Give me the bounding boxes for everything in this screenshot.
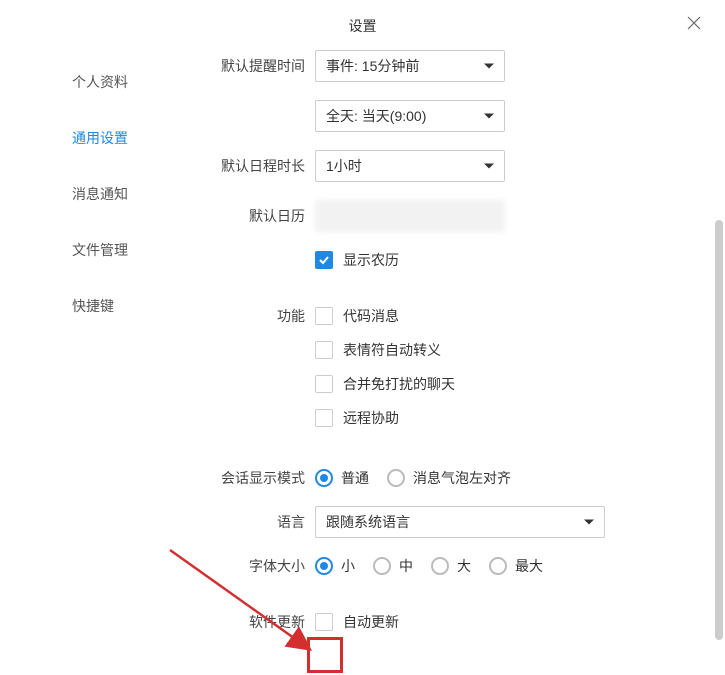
select-duration[interactable]: 1小时	[315, 150, 505, 182]
select-reminder-allday-value: 全天: 当天(9:00)	[326, 106, 426, 126]
radio-display-bubble-left[interactable]	[387, 469, 405, 487]
caret-down-icon	[484, 64, 494, 69]
select-reminder-allday[interactable]: 全天: 当天(9:00)	[315, 100, 505, 132]
close-icon[interactable]	[685, 14, 703, 32]
label-default-reminder: 默认提醒时间	[175, 56, 305, 76]
label-default-calendar: 默认日历	[175, 206, 305, 226]
label-font-xlarge: 最大	[515, 556, 543, 576]
default-calendar-blurred	[315, 200, 505, 232]
label-remote-assist: 远程协助	[343, 408, 399, 428]
select-reminder-event-value: 事件: 15分钟前	[326, 56, 419, 76]
sidebar-item-shortcuts[interactable]: 快捷键	[0, 278, 175, 334]
caret-down-icon	[484, 164, 494, 169]
sidebar-item-notifications[interactable]: 消息通知	[0, 166, 175, 222]
label-show-lunar: 显示农历	[343, 250, 399, 270]
caret-down-icon	[584, 520, 594, 525]
label-language: 语言	[175, 512, 305, 532]
label-default-duration: 默认日程时长	[175, 156, 305, 176]
label-display-normal: 普通	[341, 468, 369, 488]
radio-font-small[interactable]	[315, 557, 333, 575]
sidebar-item-general[interactable]: 通用设置	[0, 110, 175, 166]
radio-font-xlarge[interactable]	[489, 557, 507, 575]
select-duration-value: 1小时	[326, 156, 362, 176]
label-font-size: 字体大小	[175, 556, 305, 576]
caret-down-icon	[484, 114, 494, 119]
label-code-message: 代码消息	[343, 306, 399, 326]
label-features: 功能	[175, 306, 305, 326]
checkbox-auto-update[interactable]	[315, 613, 333, 631]
checkbox-emoji-auto[interactable]	[315, 341, 333, 359]
label-emoji-auto: 表情符自动转义	[343, 340, 441, 360]
label-font-small: 小	[341, 556, 355, 576]
dialog-title: 设置	[0, 16, 725, 36]
sidebar: 个人资料 通用设置 消息通知 文件管理 快捷键	[0, 50, 175, 334]
checkbox-show-lunar[interactable]	[315, 251, 333, 269]
radio-font-large[interactable]	[431, 557, 449, 575]
radio-font-medium[interactable]	[373, 557, 391, 575]
checkbox-merge-dnd[interactable]	[315, 375, 333, 393]
label-session-display: 会话显示模式	[175, 468, 305, 488]
content-panel: 默认提醒时间 事件: 15分钟前 全天: 当天(9:00) 默认日程时长	[175, 50, 705, 675]
label-font-large: 大	[457, 556, 471, 576]
checkbox-code-message[interactable]	[315, 307, 333, 325]
label-software-update: 软件更新	[175, 612, 305, 632]
label-font-medium: 中	[399, 556, 413, 576]
checkbox-remote-assist[interactable]	[315, 409, 333, 427]
select-language-value: 跟随系统语言	[326, 512, 410, 532]
scrollbar-thumb[interactable]	[715, 220, 723, 640]
select-language[interactable]: 跟随系统语言	[315, 506, 605, 538]
select-reminder-event[interactable]: 事件: 15分钟前	[315, 50, 505, 82]
label-auto-update: 自动更新	[343, 612, 399, 632]
sidebar-item-profile[interactable]: 个人资料	[0, 54, 175, 110]
label-merge-dnd: 合并免打扰的聊天	[343, 374, 455, 394]
sidebar-item-files[interactable]: 文件管理	[0, 222, 175, 278]
radio-display-normal[interactable]	[315, 469, 333, 487]
label-display-bubble-left: 消息气泡左对齐	[413, 468, 511, 488]
